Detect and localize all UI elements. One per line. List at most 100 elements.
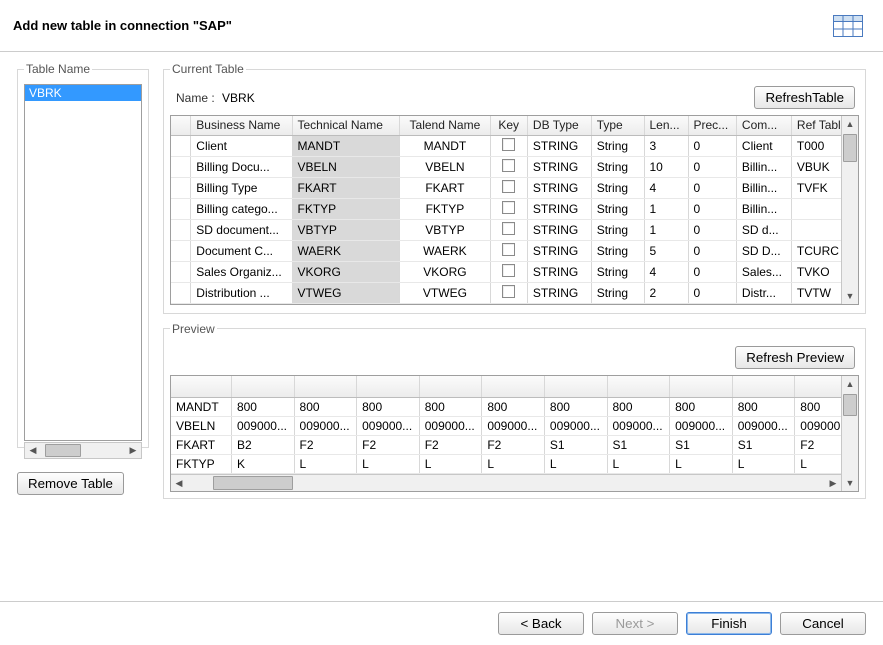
scroll-down-arrow[interactable]: ▼ <box>846 475 855 491</box>
refresh-preview-button[interactable]: Refresh Preview <box>735 346 855 369</box>
cell-precision[interactable]: 0 <box>688 198 736 219</box>
checkbox-icon[interactable] <box>502 285 515 298</box>
cell-comment[interactable]: SD D... <box>736 240 791 261</box>
preview-cell[interactable]: K <box>231 455 294 474</box>
cell-length[interactable]: 4 <box>644 261 688 282</box>
preview-cell[interactable]: 009000... <box>607 417 670 436</box>
horizontal-scrollbar[interactable]: ◀ ▶ <box>171 474 841 491</box>
cell-talend-name[interactable]: VKORG <box>400 261 490 282</box>
cell-talend-name[interactable]: FKART <box>400 177 490 198</box>
cell-talend-name[interactable]: VBELN <box>400 156 490 177</box>
cell-business-name[interactable]: SD document... <box>191 219 292 240</box>
table-name-item[interactable]: VBRK <box>25 85 141 101</box>
preview-cell[interactable]: L <box>294 455 357 474</box>
cell-length[interactable]: 2 <box>644 282 688 303</box>
col-business-name[interactable]: Business Name <box>191 116 292 135</box>
preview-cell[interactable]: 800 <box>294 398 357 417</box>
cell-key[interactable] <box>490 177 527 198</box>
preview-cell[interactable]: 009000... <box>294 417 357 436</box>
cell-technical-name[interactable]: VBTYP <box>292 219 400 240</box>
table-row[interactable]: FKTYPKLLLLLLLLL <box>171 455 858 474</box>
preview-cell[interactable]: 009000... <box>732 417 795 436</box>
cell-key[interactable] <box>490 219 527 240</box>
preview-cell[interactable]: L <box>357 455 420 474</box>
table-row[interactable]: Sales Organiz...VKORGVKORGSTRINGString40… <box>171 261 858 282</box>
preview-cell[interactable]: 009000... <box>670 417 733 436</box>
cell-key[interactable] <box>490 156 527 177</box>
remove-table-button[interactable]: Remove Table <box>17 472 124 495</box>
preview-cell[interactable]: 009000... <box>231 417 294 436</box>
preview-grid[interactable]: MANDT800800800800800800800800800800VBELN… <box>170 375 859 493</box>
cell-technical-name[interactable]: MANDT <box>292 135 400 156</box>
cell-length[interactable]: 1 <box>644 219 688 240</box>
cell-length[interactable]: 10 <box>644 156 688 177</box>
cell-precision[interactable]: 0 <box>688 177 736 198</box>
preview-cell[interactable]: 800 <box>670 398 733 417</box>
col-talend-name[interactable]: Talend Name <box>400 116 490 135</box>
table-row[interactable]: Billing catego...FKTYPFKTYPSTRINGString1… <box>171 198 858 219</box>
cell-business-name[interactable]: Document C... <box>191 240 292 261</box>
preview-cell[interactable]: S1 <box>607 436 670 455</box>
cell-precision[interactable]: 0 <box>688 135 736 156</box>
scroll-left-arrow[interactable]: ◀ <box>171 478 187 489</box>
cell-key[interactable] <box>490 198 527 219</box>
cell-comment[interactable]: SD d... <box>736 219 791 240</box>
table-row[interactable]: Document C...WAERKWAERKSTRINGString50SD … <box>171 240 858 261</box>
table-row[interactable]: MANDT800800800800800800800800800800 <box>171 398 858 417</box>
preview-cell[interactable]: B2 <box>231 436 294 455</box>
preview-cell[interactable]: L <box>607 455 670 474</box>
cell-talend-name[interactable]: MANDT <box>400 135 490 156</box>
cell-talend-name[interactable]: VTWEG <box>400 282 490 303</box>
preview-cell[interactable]: L <box>670 455 733 474</box>
scroll-right-arrow[interactable]: ▶ <box>825 478 841 489</box>
preview-cell[interactable]: 800 <box>419 398 482 417</box>
cell-key[interactable] <box>490 261 527 282</box>
scroll-thumb[interactable] <box>843 134 857 162</box>
scroll-left-arrow[interactable]: ◀ <box>25 445 41 456</box>
preview-cell[interactable]: F2 <box>419 436 482 455</box>
cell-key[interactable] <box>490 135 527 156</box>
preview-cell[interactable]: S1 <box>544 436 607 455</box>
cell-db-type[interactable]: STRING <box>527 282 591 303</box>
preview-cell[interactable]: 009000... <box>544 417 607 436</box>
cell-precision[interactable]: 0 <box>688 240 736 261</box>
table-name-list[interactable]: VBRK <box>24 84 142 441</box>
preview-cell[interactable]: 800 <box>732 398 795 417</box>
preview-cell[interactable]: 800 <box>231 398 294 417</box>
col-type[interactable]: Type <box>591 116 644 135</box>
cell-type[interactable]: String <box>591 177 644 198</box>
cell-precision[interactable]: 0 <box>688 156 736 177</box>
cell-comment[interactable]: Billin... <box>736 156 791 177</box>
schema-grid[interactable]: Business Name Technical Name Talend Name… <box>170 115 859 305</box>
cell-type[interactable]: String <box>591 198 644 219</box>
col-technical-name[interactable]: Technical Name <box>292 116 400 135</box>
preview-cell[interactable]: S1 <box>670 436 733 455</box>
table-row[interactable]: SD document...VBTYPVBTYPSTRINGString10SD… <box>171 219 858 240</box>
preview-cell[interactable]: 800 <box>357 398 420 417</box>
vertical-scrollbar[interactable]: ▲ ▼ <box>841 376 858 492</box>
preview-cell[interactable]: 009000... <box>357 417 420 436</box>
cell-talend-name[interactable]: WAERK <box>400 240 490 261</box>
col-db-type[interactable]: DB Type <box>527 116 591 135</box>
cell-length[interactable]: 3 <box>644 135 688 156</box>
cell-type[interactable]: String <box>591 240 644 261</box>
cell-comment[interactable]: Billin... <box>736 177 791 198</box>
cell-type[interactable]: String <box>591 282 644 303</box>
cell-comment[interactable]: Sales... <box>736 261 791 282</box>
table-row[interactable]: VBELN009000...009000...009000...009000..… <box>171 417 858 436</box>
cell-technical-name[interactable]: VKORG <box>292 261 400 282</box>
scroll-thumb[interactable] <box>45 444 81 457</box>
preview-cell[interactable]: 009000... <box>419 417 482 436</box>
cell-db-type[interactable]: STRING <box>527 135 591 156</box>
cell-db-type[interactable]: STRING <box>527 240 591 261</box>
back-button[interactable]: < Back <box>498 612 584 635</box>
preview-cell[interactable]: L <box>544 455 607 474</box>
cell-type[interactable]: String <box>591 135 644 156</box>
col-comment[interactable]: Com... <box>736 116 791 135</box>
cell-precision[interactable]: 0 <box>688 219 736 240</box>
cell-db-type[interactable]: STRING <box>527 219 591 240</box>
cell-business-name[interactable]: Client <box>191 135 292 156</box>
cell-type[interactable]: String <box>591 156 644 177</box>
scroll-thumb[interactable] <box>843 394 857 416</box>
cell-length[interactable]: 4 <box>644 177 688 198</box>
